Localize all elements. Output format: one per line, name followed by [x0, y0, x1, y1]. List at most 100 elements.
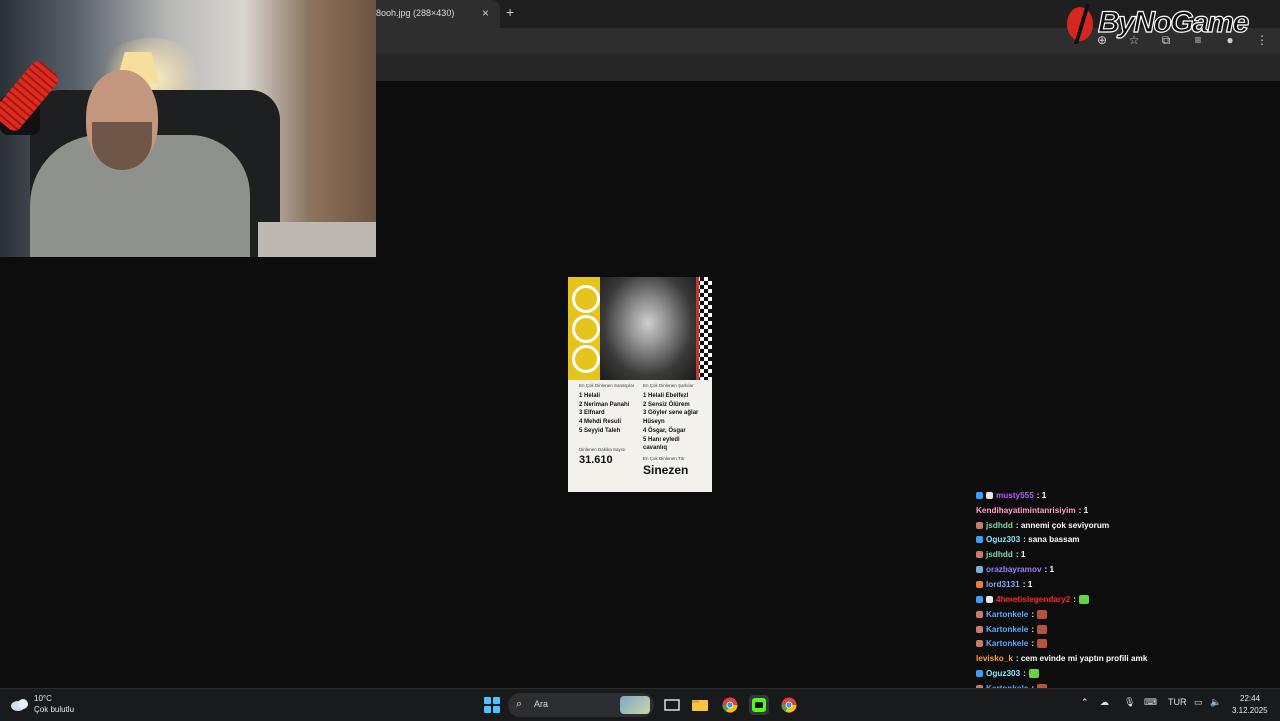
viewed-image: En Çok Dinlenen Sanatçılar 1 Helali 2 Ne…	[568, 277, 712, 492]
song-item: 4 Ösgar, Ösgar	[643, 427, 686, 434]
chat-emote-icon	[1028, 669, 1039, 679]
clock-date[interactable]: 3.12.2025	[1232, 706, 1268, 715]
chat-message: Kartonkele:	[976, 622, 1276, 637]
artist-item: 1 Helali	[579, 393, 601, 399]
tab-title: 8ooh.jpg (288×430)	[376, 8, 455, 18]
chat-message-text: : 1	[1022, 579, 1033, 589]
new-tab-button[interactable]: +	[506, 4, 514, 20]
chat-message-text: :	[1031, 639, 1035, 649]
chat-badge-icon	[976, 640, 983, 648]
bynogame-logo-text: ByNoGame	[1097, 5, 1249, 39]
keyboard-icon[interactable]: ⌨	[1144, 697, 1157, 708]
artist-item: 5 Seyyid Taleh	[579, 427, 621, 434]
chat-message-text: : 1	[1036, 490, 1047, 500]
minutes-value: 31.610	[579, 454, 613, 466]
minutes-label: Dinlenen Dakika Sayısı	[579, 447, 626, 452]
file-explorer-icon[interactable]	[690, 695, 710, 715]
tab-close-icon[interactable]: ×	[482, 6, 489, 20]
search-highlight-image	[620, 696, 650, 714]
chat-message-text: :	[1073, 594, 1076, 604]
genre-value: Sinezen	[643, 463, 689, 477]
chat-username[interactable]: musty555	[996, 491, 1034, 500]
chat-message: Kartonkele:	[976, 607, 1276, 622]
clock-time[interactable]: 22:44	[1240, 694, 1260, 703]
chat-username[interactable]: lord3131	[986, 580, 1020, 589]
chevron-up-icon[interactable]: ⌃	[1081, 697, 1089, 708]
bynogame-logo-mark	[1067, 4, 1093, 44]
chat-emote-icon	[1037, 624, 1048, 634]
chat-username[interactable]: levisko_k	[976, 654, 1013, 663]
search-icon: ⌕	[516, 698, 523, 710]
weather-temperature[interactable]: 10°C	[34, 694, 52, 703]
chat-emote-icon	[1037, 609, 1048, 619]
chat-message: orazbayramov: 1	[976, 562, 1276, 577]
chrome-icon-2[interactable]	[779, 695, 799, 715]
song-item: 2 Sensiz Ölürem	[643, 401, 690, 408]
chat-badge-icon	[976, 551, 983, 559]
chat-message: jsdhdd: annemi çok seviyorum	[976, 518, 1276, 533]
chat-badge-icon	[976, 566, 983, 574]
chat-message: levisko_k: cem evinde mi yaptın profili …	[976, 651, 1276, 666]
task-view-icon[interactable]	[662, 695, 682, 715]
song-item: 5 Hanı eyledi	[643, 436, 680, 443]
network-icon[interactable]: ▭	[1194, 697, 1203, 708]
cloud-weather-icon[interactable]	[10, 695, 30, 713]
chat-message-text: : 1	[1044, 565, 1055, 575]
chat-message-text: :	[1031, 609, 1035, 619]
chat-username[interactable]: jsdhdd	[986, 521, 1013, 530]
chat-message-text: :	[1031, 624, 1035, 634]
top-artists-heading: En Çok Dinlenen Sanatçılar	[579, 383, 635, 388]
onedrive-cloud-icon[interactable]: ☁	[1100, 697, 1109, 708]
volume-icon[interactable]: 🔈	[1210, 697, 1221, 708]
chrome-icon[interactable]	[720, 695, 740, 715]
bynogame-logo: ByNoGame	[1058, 2, 1280, 46]
chat-badge-icon	[976, 536, 983, 544]
chat-badge-icon	[976, 625, 983, 633]
chat-badge-icon	[986, 595, 993, 603]
artist-item: 4 Mehdi Resuli	[579, 419, 622, 426]
chat-username[interactable]: jsdhdd	[986, 550, 1013, 559]
chat-username[interactable]: orazbayramov	[986, 565, 1042, 574]
chat-message: Kendihayatimintanrisiyim: 1	[976, 503, 1276, 518]
weather-description[interactable]: Çok bulutlu	[34, 705, 74, 714]
browser-tab[interactable]: 8ooh.jpg (288×430) ×	[376, 0, 500, 28]
windows-taskbar: 10°C Çok bulutlu ⌕ Ara ⌃ ☁ 🎙 ⌨ TUR ▭ 🔈 2…	[0, 688, 1280, 721]
chat-message-text: : annemi çok seviyorum	[1015, 520, 1110, 530]
chat-username[interactable]: Kartonkele	[986, 639, 1028, 648]
chat-username[interactable]: Kendihayatimintanrisiyim	[976, 506, 1076, 515]
song-item: 3 Göyler sene ağlar	[643, 410, 699, 417]
chat-badge-icon	[986, 491, 993, 499]
chat-badge-icon	[976, 595, 983, 603]
chat-message-text: : 1	[1015, 550, 1026, 560]
genre-label: En Çok Dinlenen Tür	[643, 456, 685, 461]
chat-overlay: musty555: 1 Kendihayatimintanrisiyim: 1 js…	[976, 488, 1276, 711]
chat-username[interactable]: Oguz303	[986, 535, 1020, 544]
artist-item: 2 Neriman Panahi	[579, 401, 630, 408]
search-placeholder: Ara	[534, 699, 549, 709]
chat-badge-icon	[976, 670, 983, 678]
top-artists-list: En Çok Dinlenen Sanatçılar 1 Helali 2 Ne…	[579, 383, 634, 436]
microphone-icon[interactable]: 🎙	[1124, 697, 1135, 708]
language-indicator[interactable]: TUR	[1168, 697, 1187, 707]
chat-message: 4hmetislegendary2:	[976, 592, 1276, 607]
song-item: 1 Helali Ebelfezl	[643, 393, 689, 399]
chat-username[interactable]: Kartonkele	[986, 625, 1028, 634]
chat-badge-icon	[976, 580, 983, 588]
chat-message: Oguz303:	[976, 666, 1276, 681]
taskbar-search[interactable]: ⌕ Ara	[508, 693, 654, 717]
chat-username[interactable]: Oguz303	[986, 669, 1020, 678]
chat-username[interactable]: 4hmetislegendary2	[996, 595, 1070, 604]
chat-message: lord3131: 1	[976, 577, 1276, 592]
top-songs-heading: En Çok Dinlenen Şarkılar	[643, 383, 694, 388]
song-item: Hüseyn	[643, 419, 665, 426]
top-songs-list: En Çok Dinlenen Şarkılar 1 Helali Ebelfe…	[643, 383, 698, 453]
chat-message-text: :	[1023, 669, 1026, 679]
streaming-app-icon[interactable]	[749, 695, 769, 715]
chat-emote-icon	[1078, 594, 1089, 604]
windows-start-button[interactable]	[484, 697, 500, 713]
chat-emote-icon	[1037, 639, 1048, 649]
chat-message: jsdhdd: 1	[976, 547, 1276, 562]
poster-photo	[568, 277, 712, 380]
artist-item: 3 Elfnard	[579, 410, 605, 417]
chat-username[interactable]: Kartonkele	[986, 610, 1028, 619]
